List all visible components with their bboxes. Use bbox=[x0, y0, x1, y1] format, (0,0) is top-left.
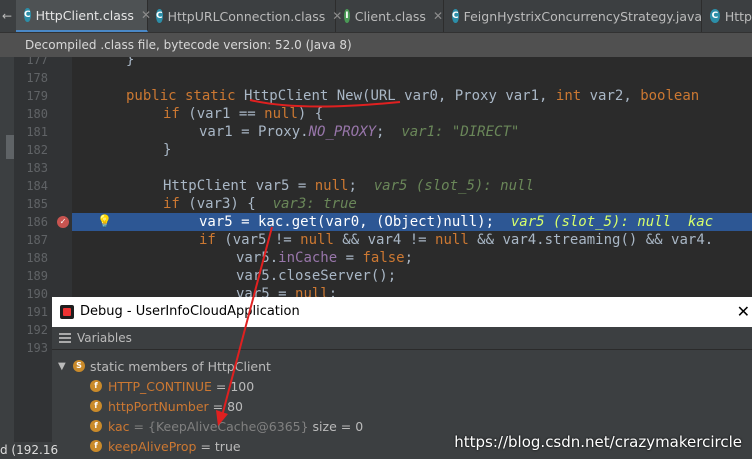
code-text: } bbox=[126, 57, 135, 68]
code-text: public static HttpClient New(URL var0, P… bbox=[126, 88, 700, 104]
code-line: 189 var5.closeServer(); bbox=[0, 267, 752, 285]
tab-label: HttpURLConnection.class bbox=[167, 8, 326, 24]
code-line: 180 if (var1 == null) { bbox=[0, 105, 752, 123]
line-number: 182 bbox=[26, 143, 48, 157]
variable-name: HTTP_CONTINUE bbox=[108, 379, 212, 394]
code-text: if (var1 == null) { bbox=[163, 106, 324, 122]
code-text: } bbox=[163, 142, 172, 158]
class-icon: C bbox=[452, 9, 459, 23]
code-text: var5.inCache = false; bbox=[236, 250, 414, 266]
decompiled-banner: Decompiled .class file, bytecode version… bbox=[0, 33, 752, 57]
tab-label: FeignHystrixConcurrencyStrategy.java bbox=[463, 8, 703, 24]
code-line: 187 if (var5 != null && var4 != null && … bbox=[0, 231, 752, 249]
back-arrow-icon[interactable]: ← bbox=[0, 0, 14, 32]
variable-size: size = 0 bbox=[308, 419, 364, 434]
code-text: if (var3) { var3: true bbox=[163, 196, 357, 212]
close-icon[interactable]: ✕ bbox=[433, 9, 443, 23]
code-text: var1 = Proxy.NO_PROXY; var1: "DIRECT" bbox=[199, 124, 520, 140]
breakpoint-icon[interactable]: ✓ bbox=[57, 216, 69, 228]
line-number: 193 bbox=[26, 341, 48, 355]
variables-label: Variables bbox=[77, 331, 132, 345]
watermark-text: https://blog.csdn.net/crazymakercircle bbox=[454, 433, 742, 451]
variable-value: = 80 bbox=[212, 399, 243, 414]
code-text: var5.closeServer(); bbox=[236, 268, 397, 284]
code-line: 182 } bbox=[0, 141, 752, 159]
code-text: HttpClient var5 = null; var5 (slot_5): n… bbox=[163, 178, 534, 194]
node-label: static members of HttpClient bbox=[90, 359, 271, 374]
code-line: 188 var5.inCache = false; bbox=[0, 249, 752, 267]
code-line: 185 if (var3) { var3: true bbox=[0, 195, 752, 213]
line-number: 181 bbox=[26, 125, 48, 139]
line-number: 190 bbox=[26, 287, 48, 301]
tab-httpurlconnection-class[interactable]: C HttpURLConnection.class ✕ bbox=[148, 0, 342, 32]
line-number: 180 bbox=[26, 107, 48, 121]
variable-row[interactable]: f httpPortNumber = 80 bbox=[52, 397, 752, 416]
line-number: 179 bbox=[26, 89, 48, 103]
code-line: 179 public static HttpClient New(URL var… bbox=[0, 87, 752, 105]
code-line: 178 bbox=[0, 69, 752, 87]
field-icon: f bbox=[90, 420, 102, 432]
editor-tab-bar: ← C HttpClient.class ✕ C HttpURLConnecti… bbox=[0, 0, 752, 33]
line-number: 188 bbox=[26, 251, 48, 265]
class-icon: C bbox=[710, 9, 720, 23]
class-icon: C bbox=[24, 8, 31, 22]
close-window-button[interactable]: ✕ bbox=[737, 297, 750, 327]
line-number: 192 bbox=[26, 323, 48, 337]
line-number: 184 bbox=[26, 179, 48, 193]
static-members-node[interactable]: ▼ S static members of HttpClient bbox=[52, 357, 752, 376]
tab-label: Http bbox=[724, 8, 752, 24]
tab-feignhystrix-java[interactable]: C FeignHystrixConcurrencyStrategy.java ✕ bbox=[444, 0, 719, 32]
tab-label: Client.class bbox=[354, 8, 426, 24]
static-icon: S bbox=[73, 360, 85, 372]
line-number: 177 bbox=[26, 57, 48, 67]
variable-value: = {KeepAliveCache@6365} bbox=[133, 419, 309, 434]
tab-label: HttpClient.class bbox=[35, 7, 134, 23]
variable-name: kac bbox=[108, 419, 130, 434]
debug-title: Debug - UserInfoCloudApplication bbox=[80, 304, 300, 319]
expand-arrow-icon[interactable]: ▼ bbox=[58, 357, 66, 376]
code-line: 186 ✓ 💡 var5 = kac.get(var0, (Object)nul… bbox=[0, 213, 752, 231]
variable-name: httpPortNumber bbox=[108, 399, 209, 414]
code-line: 183 bbox=[0, 159, 752, 177]
line-number: 187 bbox=[26, 233, 48, 247]
code-text: var5 = kac.get(var0, (Object)null); var5… bbox=[199, 214, 714, 230]
variable-row[interactable]: f HTTP_CONTINUE = 100 bbox=[52, 377, 752, 396]
variables-header: Variables bbox=[52, 327, 752, 350]
intellij-app-icon bbox=[60, 305, 74, 319]
line-number: 191 bbox=[26, 305, 48, 319]
line-number: 186 bbox=[26, 215, 48, 229]
tab-httpclient-class[interactable]: C HttpClient.class ✕ bbox=[16, 0, 151, 32]
variable-name: keepAliveProp bbox=[108, 439, 197, 454]
code-line: 184 HttpClient var5 = null; var5 (slot_5… bbox=[0, 177, 752, 195]
field-icon: f bbox=[90, 400, 102, 412]
code-text: if (var5 != null && var4 != null && var4… bbox=[199, 232, 714, 248]
lightbulb-icon[interactable]: 💡 bbox=[97, 214, 112, 228]
debug-title-bar[interactable]: Debug - UserInfoCloudApplication ✕ bbox=[52, 297, 752, 327]
class-icon: C bbox=[156, 9, 163, 23]
variable-value: = true bbox=[200, 439, 241, 454]
tab-client-class[interactable]: I Client.class ✕ bbox=[336, 0, 444, 32]
status-text: d (192.16 bbox=[0, 442, 58, 459]
line-number: 189 bbox=[26, 269, 48, 283]
line-number: 183 bbox=[26, 161, 48, 175]
field-icon: f bbox=[90, 440, 102, 452]
variables-list-icon bbox=[59, 333, 71, 343]
code-line: 181 var1 = Proxy.NO_PROXY; var1: "DIRECT… bbox=[0, 123, 752, 141]
code-line: 177 } bbox=[0, 57, 752, 69]
variable-value: = 100 bbox=[215, 379, 255, 394]
line-number: 185 bbox=[26, 197, 48, 211]
interface-icon: I bbox=[344, 9, 350, 23]
field-icon: f bbox=[90, 380, 102, 392]
line-number: 178 bbox=[26, 71, 48, 85]
tab-http-truncated[interactable]: C Http bbox=[702, 0, 752, 32]
